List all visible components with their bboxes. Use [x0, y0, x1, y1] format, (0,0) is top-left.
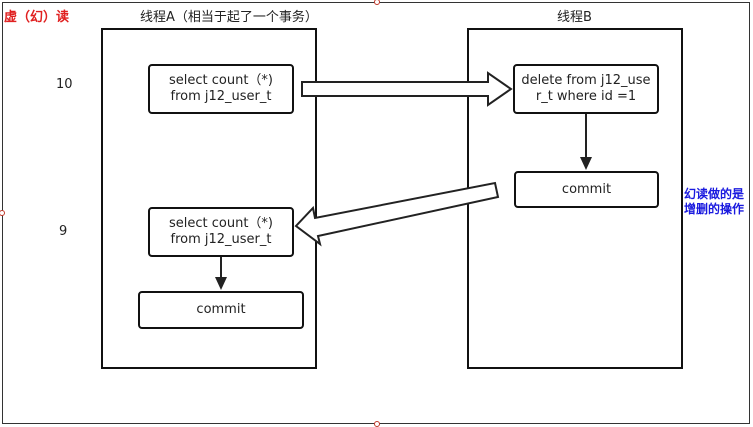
connector-layer: [215, 71, 592, 290]
arrowhead-select-to-commit: [215, 277, 227, 290]
arrow-b-to-a: [294, 181, 500, 247]
arrowhead-delete-to-commit: [580, 157, 592, 170]
arrow-a-to-b: [301, 71, 513, 107]
